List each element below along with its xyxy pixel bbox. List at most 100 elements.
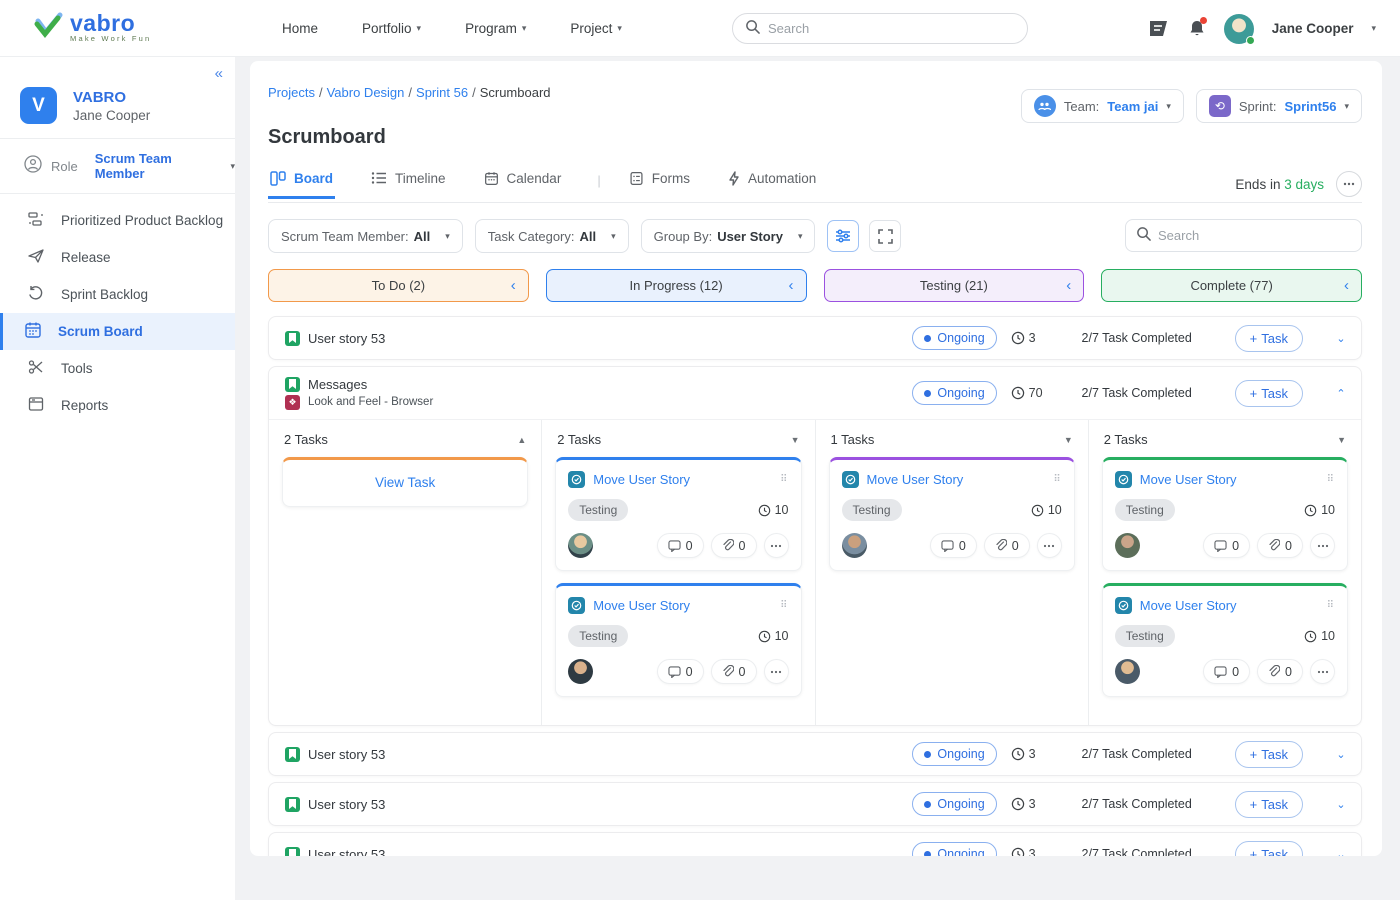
breadcrumb-sprint-56[interactable]: Sprint 56	[416, 85, 468, 100]
attachments-count[interactable]: 0	[1257, 533, 1303, 558]
nav-item-project[interactable]: Project▾	[570, 21, 622, 36]
story-row[interactable]: User story 53 Ongoing 3 2/7 Task Complet…	[268, 316, 1362, 360]
view-task-card[interactable]: View Task	[282, 457, 528, 507]
filter-task-category[interactable]: Task Category:All ▾	[475, 219, 629, 253]
column-collapse-triangle-icon[interactable]: ▲	[517, 435, 526, 445]
column-in-progress[interactable]: In Progress (12)‹	[546, 269, 807, 302]
task-card[interactable]: Move User Story⠿ Testing10 0 0	[555, 583, 801, 697]
assignee-avatar[interactable]	[568, 533, 593, 558]
tab-automation[interactable]: Automation	[726, 171, 818, 199]
column-collapse-triangle-icon[interactable]: ▼	[791, 435, 800, 445]
sidebar-item-reports[interactable]: Reports	[0, 387, 235, 424]
task-more-icon[interactable]	[1310, 533, 1335, 558]
board-settings-sliders-icon[interactable]	[827, 220, 859, 252]
task-title[interactable]: Move User Story	[1140, 472, 1311, 487]
sidebar-item-tools[interactable]: Tools	[0, 350, 235, 387]
attachments-count[interactable]: 0	[711, 533, 757, 558]
user-avatar[interactable]	[1224, 14, 1254, 44]
task-title[interactable]: Move User Story	[593, 472, 764, 487]
breadcrumb-vabro-design[interactable]: Vabro Design	[327, 85, 405, 100]
task-card[interactable]: Move User Story⠿ Testing10 0 0	[555, 457, 801, 571]
top-navbar: vabro Make Work Fun Home Portfolio▾ Prog…	[0, 0, 1400, 57]
vabro-logo[interactable]: vabro Make Work Fun	[34, 12, 194, 45]
assignee-avatar[interactable]	[1115, 659, 1140, 684]
column-complete[interactable]: Complete (77)‹	[1101, 269, 1362, 302]
task-title[interactable]: Move User Story	[593, 598, 764, 613]
filter-group-by[interactable]: Group By:User Story ▾	[641, 219, 816, 253]
global-search-input[interactable]	[768, 21, 998, 36]
nav-item-home[interactable]: Home	[282, 21, 318, 36]
user-menu-chevron-icon[interactable]: ▾	[1371, 23, 1376, 34]
feedback-icon[interactable]	[1148, 20, 1170, 38]
drag-handle-icon[interactable]: ⠿	[1046, 477, 1062, 482]
collapse-column-icon[interactable]: ‹	[1066, 277, 1071, 294]
drag-handle-icon[interactable]: ⠿	[1319, 603, 1335, 608]
sidebar-item-release[interactable]: Release	[0, 239, 235, 276]
story-row[interactable]: User story 53 Ongoing 3 2/7 Task Complet…	[268, 732, 1362, 776]
attachments-count[interactable]: 0	[1257, 659, 1303, 684]
task-more-icon[interactable]	[1037, 533, 1062, 558]
collapse-column-icon[interactable]: ‹	[1344, 277, 1349, 294]
expand-story-chevron-icon[interactable]: ⌄	[1335, 848, 1347, 857]
attachments-count[interactable]: 0	[984, 533, 1030, 558]
drag-handle-icon[interactable]: ⠿	[1319, 477, 1335, 482]
task-title[interactable]: Move User Story	[867, 472, 1038, 487]
tab-forms[interactable]: Forms	[627, 171, 692, 199]
sprint-selector[interactable]: ⟲ Sprint: Sprint56 ▾	[1196, 89, 1362, 123]
story-row[interactable]: User story 53 Ongoing 3 2/7 Task Complet…	[268, 832, 1362, 856]
fullscreen-icon[interactable]	[869, 220, 901, 252]
add-task-button[interactable]: +Task	[1235, 791, 1303, 818]
more-options-icon[interactable]	[1336, 171, 1362, 197]
add-task-button[interactable]: +Task	[1235, 380, 1303, 407]
sidebar-item-scrum-board[interactable]: Scrum Board	[0, 313, 235, 350]
role-selector[interactable]: Role Scrum Team Member ▾	[0, 139, 235, 194]
column-testing[interactable]: Testing (21)‹	[824, 269, 1085, 302]
comments-count[interactable]: 0	[1203, 659, 1250, 684]
assignee-avatar[interactable]	[842, 533, 867, 558]
column-collapse-triangle-icon[interactable]: ▼	[1064, 435, 1073, 445]
sidebar-collapse-icon[interactable]: «	[215, 65, 223, 82]
nav-item-portfolio[interactable]: Portfolio▾	[362, 21, 421, 36]
task-title[interactable]: Move User Story	[1140, 598, 1311, 613]
team-selector[interactable]: Team: Team jai ▾	[1021, 89, 1184, 123]
assignee-avatar[interactable]	[1115, 533, 1140, 558]
expand-story-chevron-icon[interactable]: ⌄	[1335, 332, 1347, 345]
attachments-count[interactable]: 0	[711, 659, 757, 684]
expand-story-chevron-icon[interactable]: ⌄	[1335, 748, 1347, 761]
comments-count[interactable]: 0	[930, 533, 977, 558]
story-row[interactable]: Messages ❖Look and Feel - Browser Ongoin…	[269, 367, 1361, 419]
column-collapse-triangle-icon[interactable]: ▼	[1337, 435, 1346, 445]
task-more-icon[interactable]	[764, 533, 789, 558]
task-more-icon[interactable]	[1310, 659, 1335, 684]
add-task-button[interactable]: +Task	[1235, 741, 1303, 768]
task-card[interactable]: Move User Story⠿ Testing10 0 0	[1102, 583, 1348, 697]
comments-count[interactable]: 0	[657, 659, 704, 684]
comments-count[interactable]: 0	[657, 533, 704, 558]
nav-item-program[interactable]: Program▾	[465, 21, 526, 36]
assignee-avatar[interactable]	[568, 659, 593, 684]
breadcrumb-projects[interactable]: Projects	[268, 85, 315, 100]
notifications-bell-icon[interactable]	[1188, 19, 1206, 38]
column-todo[interactable]: To Do (2)‹	[268, 269, 529, 302]
comments-count[interactable]: 0	[1203, 533, 1250, 558]
view-task-link[interactable]: View Task	[375, 475, 435, 490]
task-more-icon[interactable]	[764, 659, 789, 684]
task-card[interactable]: Move User Story⠿ Testing10 0 0	[829, 457, 1075, 571]
tab-timeline[interactable]: Timeline	[369, 171, 448, 199]
collapse-column-icon[interactable]: ‹	[511, 277, 516, 294]
task-card[interactable]: Move User Story⠿ Testing10 0 0	[1102, 457, 1348, 571]
drag-handle-icon[interactable]: ⠿	[773, 477, 789, 482]
sidebar-item-prioritized-product-backlog[interactable]: Prioritized Product Backlog	[0, 202, 235, 239]
story-row[interactable]: User story 53 Ongoing 3 2/7 Task Complet…	[268, 782, 1362, 826]
drag-handle-icon[interactable]: ⠿	[773, 603, 789, 608]
add-task-button[interactable]: +Task	[1235, 325, 1303, 352]
sidebar-item-sprint-backlog[interactable]: Sprint Backlog	[0, 276, 235, 313]
tab-calendar[interactable]: Calendar	[482, 171, 564, 199]
tab-board[interactable]: Board	[268, 171, 335, 199]
board-search-input[interactable]	[1158, 228, 1338, 243]
add-task-button[interactable]: +Task	[1235, 841, 1303, 857]
collapse-story-chevron-icon[interactable]: ⌃	[1335, 387, 1347, 400]
collapse-column-icon[interactable]: ‹	[789, 277, 794, 294]
filter-scrum-team-member[interactable]: Scrum Team Member:All ▾	[268, 219, 463, 253]
expand-story-chevron-icon[interactable]: ⌄	[1335, 798, 1347, 811]
